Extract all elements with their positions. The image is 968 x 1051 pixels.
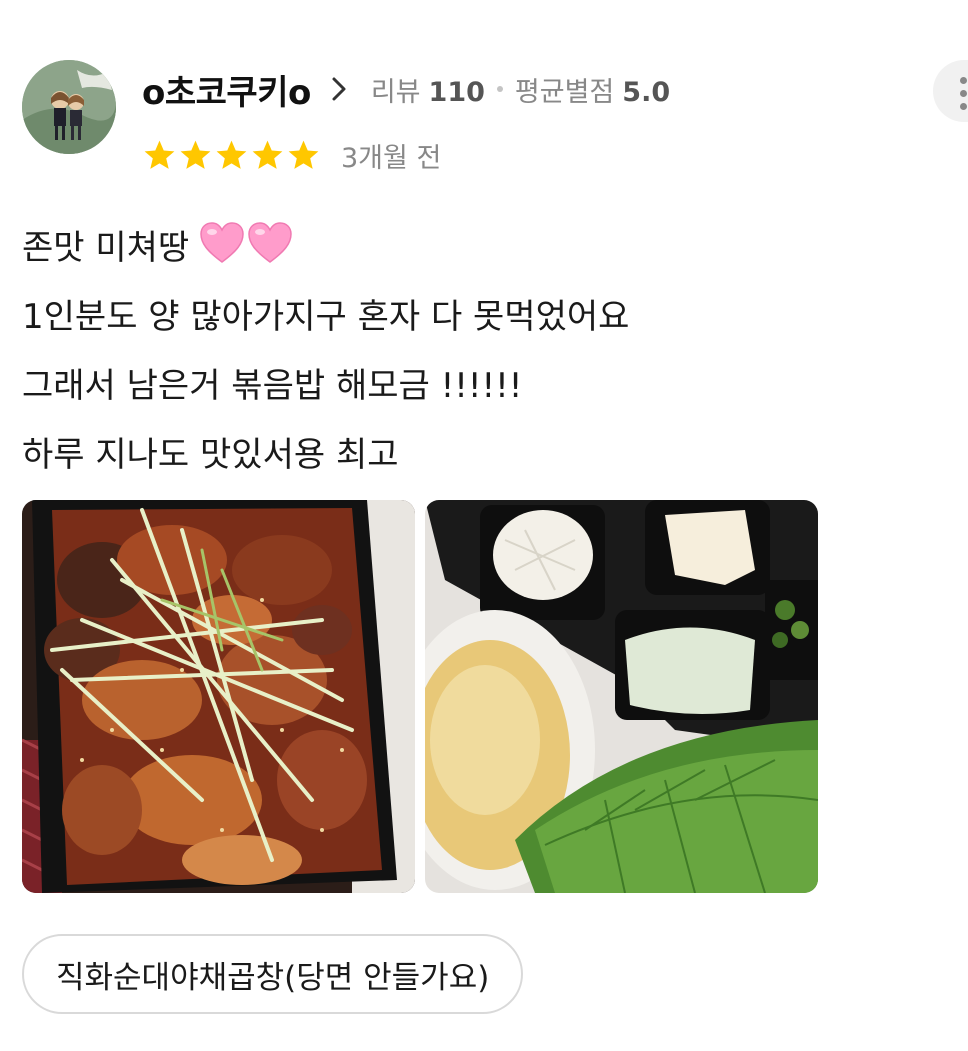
review-line: 존맛 미쳐땅 <box>22 214 942 283</box>
heart-icon <box>248 222 292 263</box>
reviewer-avatar[interactable] <box>22 60 116 154</box>
star-icon <box>288 140 319 169</box>
review-body: 존맛 미쳐땅 1인분도 양 많아가지구 혼자 다 못먹었어요 그래서 남은거 볶… <box>22 214 942 490</box>
chevron-right-icon[interactable] <box>329 74 349 104</box>
review-date: 3개월 전 <box>341 142 442 174</box>
review-count-value: 110 <box>428 76 485 108</box>
star-icon <box>144 140 175 169</box>
review-line-text: 존맛 미쳐땅 <box>22 228 190 268</box>
more-options-button[interactable] <box>933 60 968 122</box>
average-rating-value: 5.0 <box>622 76 671 108</box>
rating-row: 3개월 전 <box>142 132 441 178</box>
review-line: 1인분도 양 많아가지구 혼자 다 못먹었어요 <box>22 297 630 337</box>
average-rating-label: 평균별점 <box>514 76 615 108</box>
star-icon <box>252 140 283 169</box>
menu-tag-chip[interactable]: 직화순대야채곱창(당면 안들가요) <box>22 934 524 1014</box>
reviewer-name[interactable]: o초코쿠키o <box>142 65 311 114</box>
review-photo-2[interactable] <box>425 500 818 893</box>
reviewer-info-row: o초코쿠키o 리뷰 110 평균별점 5.0 <box>142 64 670 114</box>
kebab-dot-icon <box>960 90 967 97</box>
review-count: 리뷰 110 <box>371 70 485 109</box>
star-icon <box>180 140 211 169</box>
review-count-label: 리뷰 <box>370 76 421 108</box>
pink-hearts-emoji <box>199 221 295 265</box>
star-icon <box>216 140 247 169</box>
average-rating: 평균별점 5.0 <box>515 70 670 109</box>
review-photo-1[interactable] <box>22 500 415 893</box>
review-line: 하루 지나도 맛있서용 최고 <box>22 435 399 475</box>
kebab-dot-icon <box>960 103 967 110</box>
review-line: 그래서 남은거 볶음밥 해모금 !!!!!! <box>22 366 523 406</box>
separator-dot <box>496 86 503 92</box>
star-rating <box>142 138 322 173</box>
kebab-dot-icon <box>960 77 967 84</box>
heart-icon <box>200 222 244 263</box>
